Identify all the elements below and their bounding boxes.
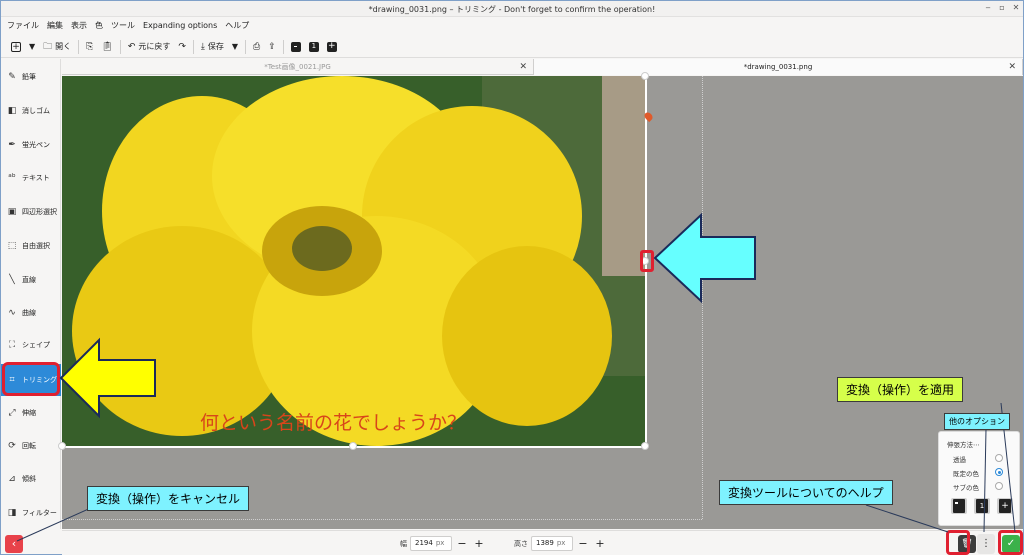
- apply-annotation: 変換（操作）を適用: [837, 377, 964, 402]
- app-window: *drawing_0031.png – トリミング - Don't forget…: [0, 0, 1024, 555]
- help-annotation: 変換ツールについてのヘルプ: [719, 480, 893, 505]
- leader-lines: [16, 402, 1016, 542]
- cancel-annotation: 変換（操作）をキャンセル: [87, 486, 250, 511]
- other-options-annotation: 他のオプション: [944, 413, 1010, 430]
